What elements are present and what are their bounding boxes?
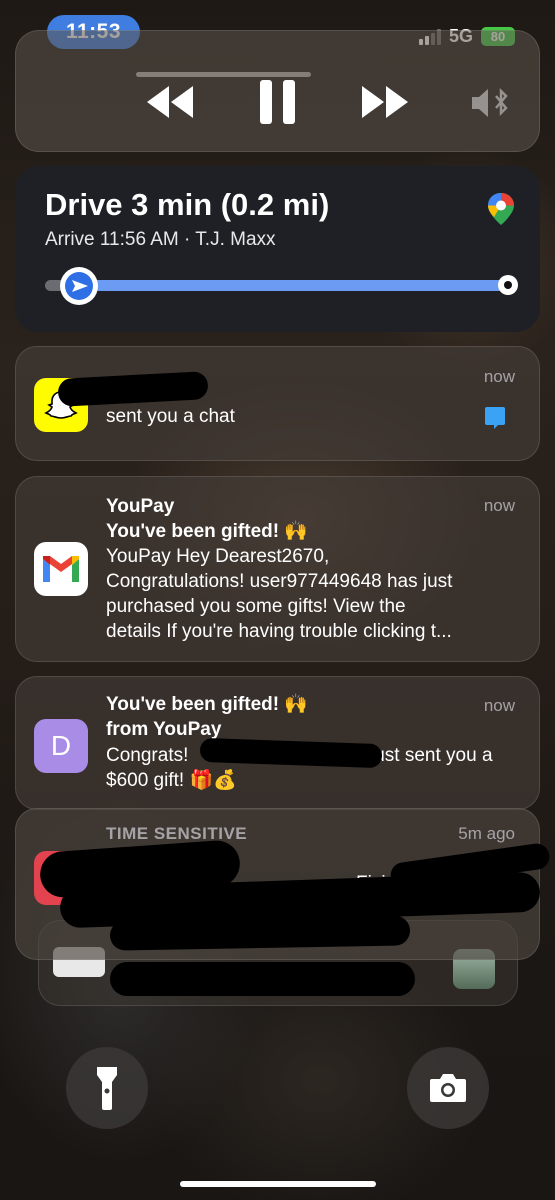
notification-body-line: Congratulations! user977449648 has just xyxy=(106,571,453,592)
notification-time: now xyxy=(483,367,515,386)
route-progress-fill xyxy=(72,280,507,291)
redacted-content xyxy=(110,962,415,996)
notification-body: sent you a chat xyxy=(106,406,235,427)
maps-navigation-card[interactable]: Drive 3 min (0.2 mi) Arrive 11:56 AM · T… xyxy=(15,166,540,332)
pause-icon[interactable] xyxy=(257,78,299,131)
notification-body-line: purchased you some gifts! View the xyxy=(106,596,406,617)
nav-arrival: Arrive 11:56 AM · T.J. Maxx xyxy=(45,229,276,250)
notification-subject: You've been gifted! 🙌 xyxy=(106,521,309,542)
gmail-icon xyxy=(34,542,88,596)
notification-body-line: YouPay Hey Dearest2670, xyxy=(106,546,330,567)
notification-body-end: just sent you a xyxy=(370,745,493,766)
notification-time: now xyxy=(483,496,515,515)
camera-icon[interactable] xyxy=(407,1047,489,1129)
notification-gmail[interactable]: now YouPay You've been gifted! 🙌 YouPay … xyxy=(15,476,540,662)
notification-body-line: $600 gift! 🎁💰 xyxy=(106,770,237,791)
rewind-icon[interactable] xyxy=(143,78,197,131)
notification-time: 5m ago xyxy=(458,824,515,843)
media-scrubber[interactable] xyxy=(136,72,311,77)
notification-app-name: YouPay xyxy=(106,496,175,517)
redacted-content xyxy=(109,915,411,951)
flashlight-icon[interactable] xyxy=(66,1047,148,1129)
notification-body-line: details If you're having trouble clickin… xyxy=(106,621,452,642)
destination-icon xyxy=(498,275,518,295)
home-indicator[interactable] xyxy=(180,1181,376,1187)
speaker-bluetooth-icon[interactable] xyxy=(470,86,512,125)
current-location-icon xyxy=(60,267,98,305)
route-progress-track xyxy=(45,280,507,291)
notification-time: now xyxy=(483,696,515,715)
nav-title: Drive 3 min (0.2 mi) xyxy=(45,187,330,222)
notification-title: You've been gifted! 🙌 xyxy=(106,694,309,715)
chat-bubble-icon xyxy=(484,406,506,435)
google-maps-icon xyxy=(487,192,515,231)
fast-forward-icon[interactable] xyxy=(358,78,412,131)
notification-subtitle: from YouPay xyxy=(106,719,222,740)
notification-body-start: Congrats! xyxy=(106,745,189,766)
letter-d-icon: D xyxy=(34,719,88,773)
icon-letter: D xyxy=(50,730,72,761)
